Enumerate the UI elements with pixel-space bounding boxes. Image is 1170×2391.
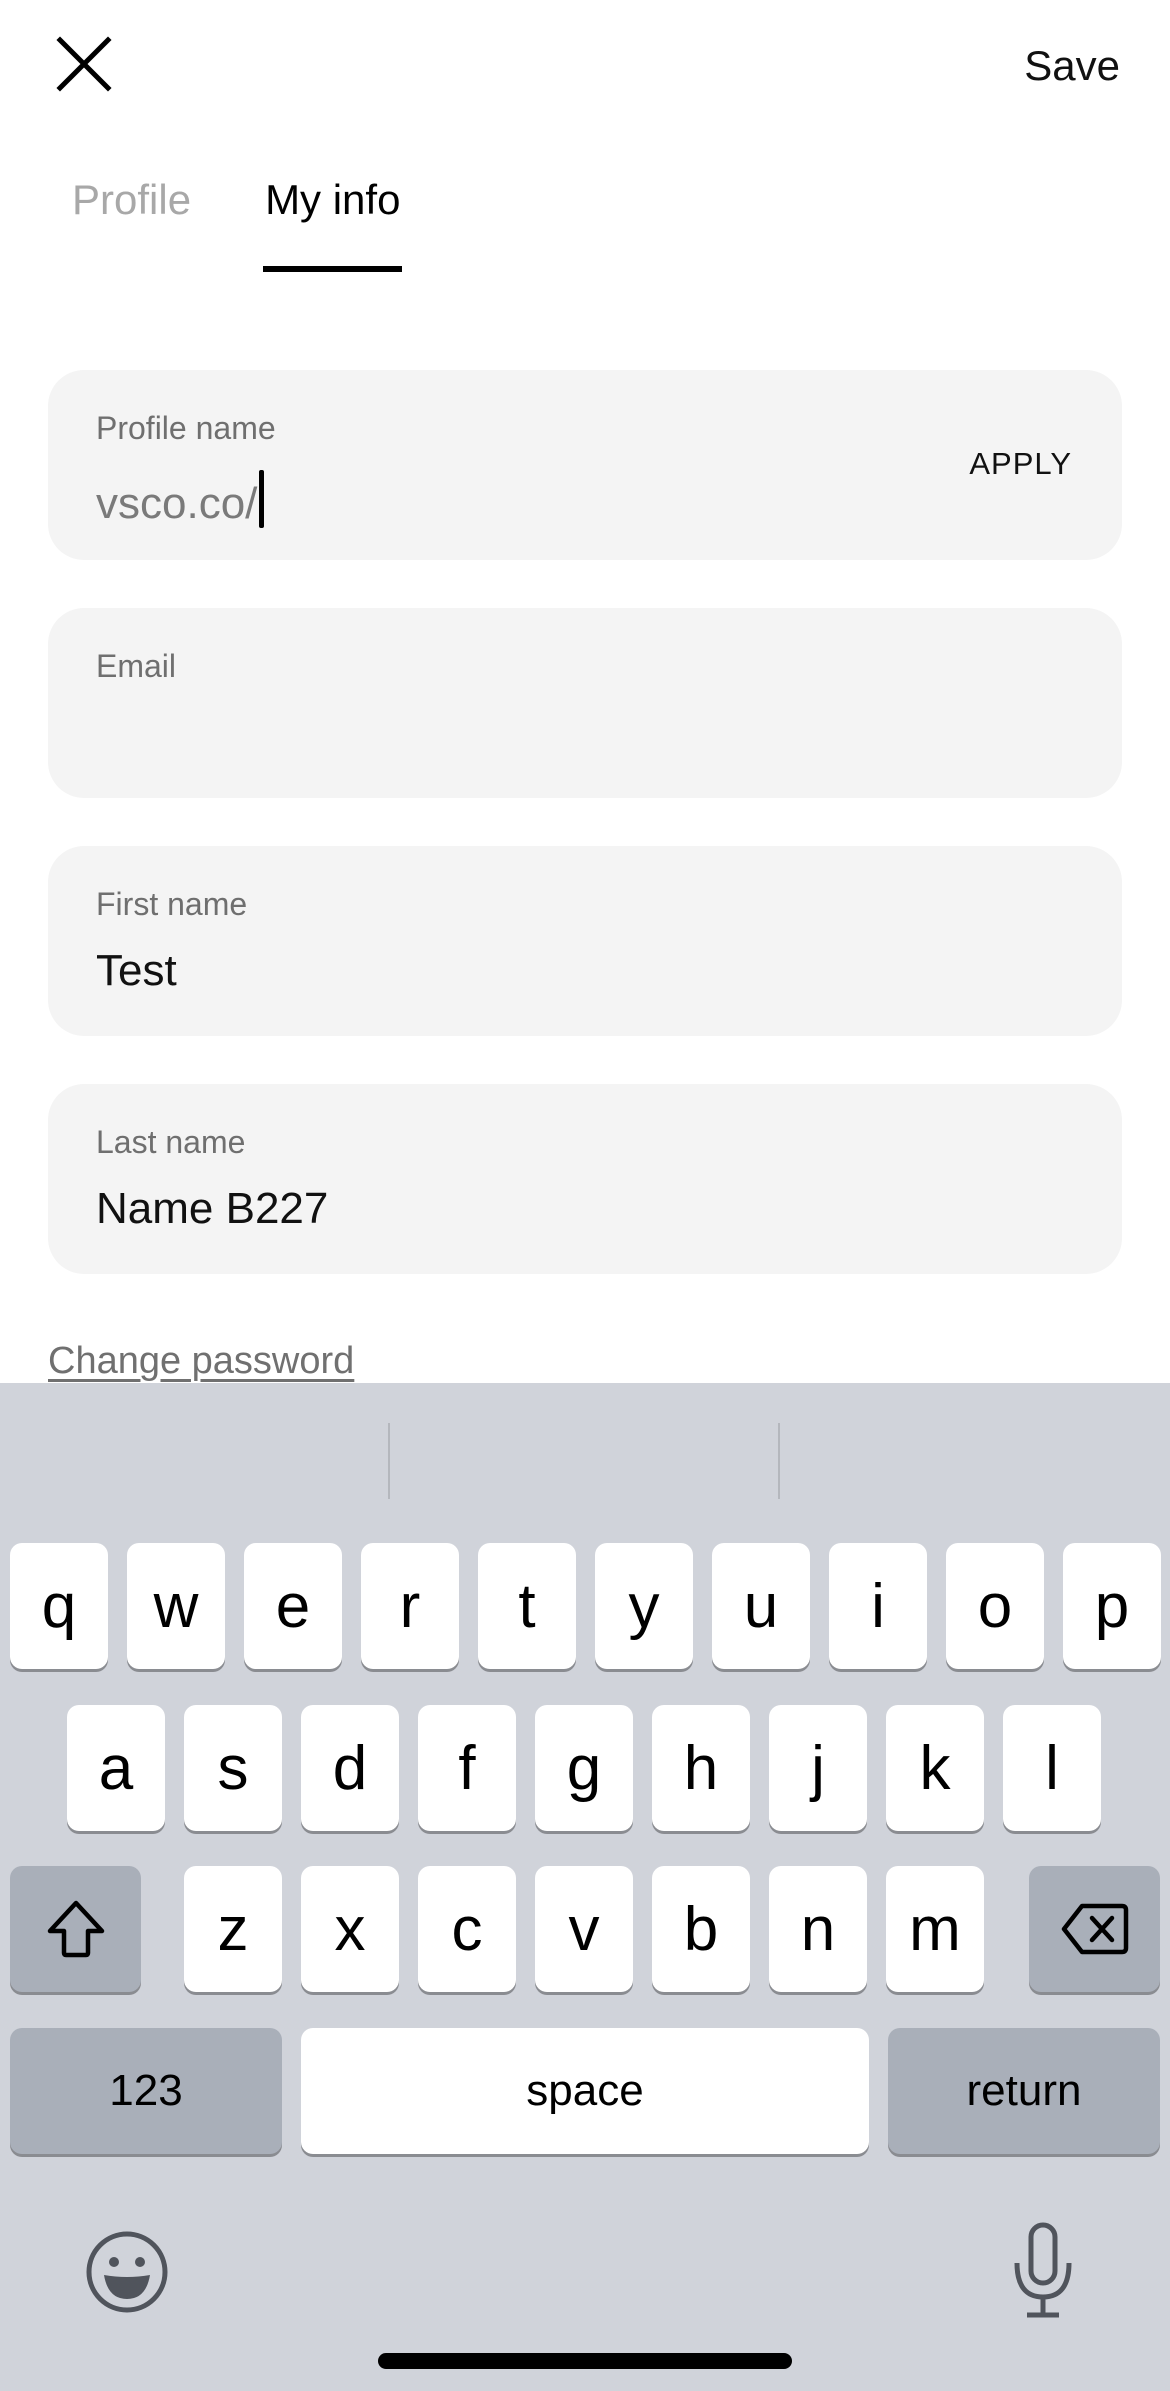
key-z[interactable]: z — [184, 1866, 282, 1992]
key-g[interactable]: g — [535, 1705, 633, 1831]
suggestion-divider — [778, 1423, 780, 1499]
profile-name-label: Profile name — [96, 410, 276, 446]
backspace-icon — [1061, 1903, 1128, 1955]
key-b[interactable]: b — [652, 1866, 750, 1992]
close-button[interactable] — [56, 36, 112, 92]
key-p[interactable]: p — [1063, 1543, 1161, 1669]
profile-name-field[interactable]: Profile name vsco.co/ APPLY — [48, 370, 1122, 560]
microphone-icon — [1014, 2222, 1072, 2318]
key-s[interactable]: s — [184, 1705, 282, 1831]
key-k[interactable]: k — [886, 1705, 984, 1831]
space-key[interactable]: space — [301, 2028, 869, 2154]
tab-profile[interactable]: Profile — [72, 176, 191, 276]
profile-name-input[interactable]: vsco.co/ — [96, 470, 265, 529]
emoji-button[interactable] — [84, 2229, 170, 2315]
key-c[interactable]: c — [418, 1866, 516, 1992]
key-y[interactable]: y — [595, 1543, 693, 1669]
email-label: Email — [96, 648, 177, 684]
top-bar: Save — [0, 0, 1170, 140]
key-o[interactable]: o — [946, 1543, 1044, 1669]
key-q[interactable]: q — [10, 1543, 108, 1669]
suggestion-divider — [388, 1423, 390, 1499]
key-r[interactable]: r — [361, 1543, 459, 1669]
first-name-field[interactable]: First name Test — [48, 846, 1122, 1036]
shift-key[interactable] — [10, 1866, 141, 1992]
save-button[interactable]: Save — [1024, 42, 1120, 90]
last-name-label: Last name — [96, 1124, 246, 1160]
key-n[interactable]: n — [769, 1866, 867, 1992]
last-name-input[interactable]: Name B227 — [96, 1184, 328, 1234]
close-icon — [56, 36, 112, 92]
return-key[interactable]: return — [888, 2028, 1160, 2154]
key-x[interactable]: x — [301, 1866, 399, 1992]
key-m[interactable]: m — [886, 1866, 984, 1992]
last-name-field[interactable]: Last name Name B227 — [48, 1084, 1122, 1274]
shift-icon — [47, 1900, 104, 1958]
key-l[interactable]: l — [1003, 1705, 1101, 1831]
numbers-key[interactable]: 123 — [10, 2028, 282, 2154]
tab-my-info[interactable]: My info — [263, 176, 403, 276]
keyboard: q w e r t y u i o p a s d f g h j k l z … — [0, 1383, 1170, 2391]
key-i[interactable]: i — [829, 1543, 927, 1669]
profile-url-prefix: vsco.co/ — [96, 479, 258, 528]
key-a[interactable]: a — [67, 1705, 165, 1831]
email-field[interactable]: Email — [48, 608, 1122, 798]
key-t[interactable]: t — [478, 1543, 576, 1669]
emoji-icon — [86, 2231, 168, 2313]
text-cursor — [259, 470, 265, 528]
home-indicator[interactable] — [378, 2353, 792, 2369]
key-f[interactable]: f — [418, 1705, 516, 1831]
tab-bar: Profile My info — [72, 176, 403, 276]
key-u[interactable]: u — [712, 1543, 810, 1669]
key-w[interactable]: w — [127, 1543, 225, 1669]
first-name-label: First name — [96, 886, 248, 922]
first-name-input[interactable]: Test — [96, 946, 177, 996]
dictation-button[interactable] — [1010, 2221, 1076, 2321]
key-d[interactable]: d — [301, 1705, 399, 1831]
apply-button[interactable]: APPLY — [969, 446, 1072, 482]
key-j[interactable]: j — [769, 1705, 867, 1831]
change-password-link[interactable]: Change password — [48, 1340, 354, 1383]
key-v[interactable]: v — [535, 1866, 633, 1992]
key-h[interactable]: h — [652, 1705, 750, 1831]
key-e[interactable]: e — [244, 1543, 342, 1669]
backspace-key[interactable] — [1029, 1866, 1160, 1992]
